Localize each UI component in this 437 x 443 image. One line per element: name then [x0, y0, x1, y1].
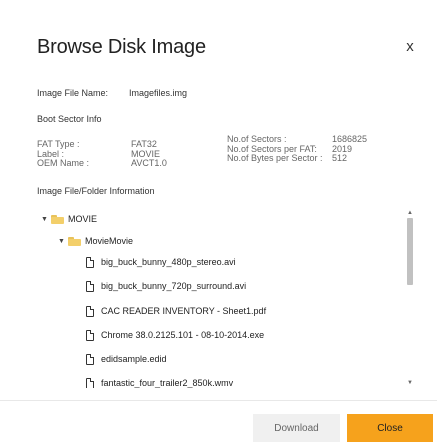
bytes-per-sector-value: 512	[332, 153, 348, 163]
fat-type-value: FAT32	[131, 139, 157, 149]
tree-file[interactable]: big_buck_bunny_720p_surround.avi	[86, 279, 246, 293]
folder-info-heading: Image File/Folder Information	[37, 186, 155, 196]
dialog-title: Browse Disk Image	[37, 36, 206, 58]
file-name: Chrome 38.0.2125.101 - 08-10-2014.exe	[101, 330, 265, 340]
file-name: big_buck_bunny_480p_stereo.avi	[101, 257, 236, 267]
folder-icon	[68, 237, 81, 247]
close-button[interactable]: Close	[347, 414, 433, 442]
sectors-value: 1686825	[332, 134, 368, 144]
tree-scrollbar[interactable]: ▲ ▼	[406, 210, 414, 386]
bytes-per-sector-label: No.of Bytes per Sector :	[227, 153, 323, 163]
oem-name-value: AVCT1.0	[131, 158, 167, 168]
caret-down-icon[interactable]: ▼	[58, 235, 68, 249]
close-icon[interactable]: x	[402, 38, 418, 56]
tree-file[interactable]: CAC READER INVENTORY - Sheet1.pdf	[86, 304, 266, 318]
file-icon	[86, 281, 94, 293]
download-button[interactable]: Download	[253, 414, 340, 442]
boot-sector-left: FAT Type : FAT32 Label : MOVIE OEM Name :A…	[37, 139, 167, 169]
scrollbar-thumb[interactable]	[407, 218, 413, 285]
sectors-per-fat-value: 2019	[332, 143, 353, 154]
folder-icon	[51, 215, 64, 225]
file-name: big_buck_bunny_720p_surround.avi	[101, 281, 247, 291]
caret-down-icon[interactable]: ▼	[41, 213, 51, 227]
label-value: MOVIE	[131, 148, 161, 159]
tree-file[interactable]: big_buck_bunny_480p_stereo.avi	[86, 255, 236, 269]
file-tree: ▼ MOVIE ▼ MovieMovie big_buck_bunny_480p_s…	[37, 205, 415, 388]
file-icon	[86, 354, 94, 366]
file-name: CAC READER INVENTORY - Sheet1.pdf	[101, 306, 267, 316]
scroll-up-icon[interactable]: ▲	[406, 210, 414, 216]
image-file-row: Image File Name: Imagefiles.img	[37, 88, 187, 98]
file-icon	[86, 378, 94, 388]
tree-node-root[interactable]: ▼ MOVIE	[41, 212, 97, 226]
file-icon	[86, 330, 94, 342]
file-name: fantastic_four_trailer2_850k.wmv	[101, 378, 234, 388]
footer-divider	[0, 400, 437, 401]
image-file-value: Imagefiles.img	[129, 88, 188, 98]
boot-sector-right: No.of Sectors :1686825 No.of Sectors per…	[227, 134, 368, 164]
tree-node-moviemovie[interactable]: ▼ MovieMovie	[58, 234, 133, 248]
browse-disk-image-dialog: Browse Disk Image x Image File Name: Imag…	[0, 0, 437, 443]
file-icon	[86, 257, 94, 269]
tree-node-label: MovieMovie	[85, 236, 134, 246]
boot-sector-heading: Boot Sector Info	[37, 114, 102, 124]
tree-node-label: MOVIE	[68, 214, 98, 224]
tree-file[interactable]: edidsample.edid	[86, 352, 167, 366]
file-name: edidsample.edid	[101, 354, 167, 364]
tree-file[interactable]: Chrome 38.0.2125.101 - 08-10-2014.exe	[86, 328, 264, 342]
scroll-down-icon[interactable]: ▼	[406, 380, 414, 386]
file-icon	[86, 306, 94, 318]
oem-name-label: OEM Name :	[37, 158, 90, 168]
tree-file[interactable]: fantastic_four_trailer2_850k.wmv	[86, 376, 233, 388]
image-file-label: Image File Name:	[37, 88, 109, 98]
